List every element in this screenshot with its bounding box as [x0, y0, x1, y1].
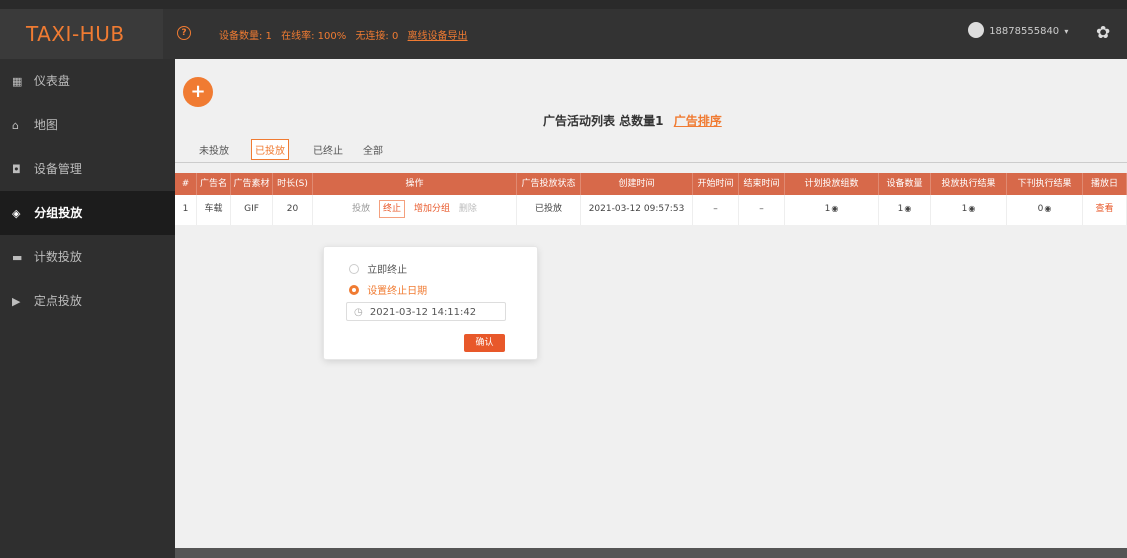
- ad-rank-link[interactable]: 广告排序: [674, 114, 722, 128]
- end-time: –: [739, 195, 785, 225]
- clock-icon: ◷: [354, 307, 363, 318]
- eye-icon[interactable]: ◉: [831, 204, 838, 213]
- sidebar-item-label: 计数投放: [33, 250, 82, 264]
- start-time: –: [693, 195, 739, 225]
- add-campaign-button[interactable]: +: [183, 77, 213, 107]
- user-menu[interactable]: 18878555840 ▾: [968, 22, 1069, 39]
- gear-icon[interactable]: ✿: [1096, 23, 1110, 43]
- sidebar-item-label: 分组投放: [34, 206, 83, 220]
- option-set-date-label: 设置终止日期: [367, 286, 428, 297]
- play-icon: ▶: [12, 295, 21, 308]
- plan-groups-value: 1: [824, 204, 831, 214]
- table-row: 1 车载 GIF 20 投放 终止 增加分组 删除 已投放 2021-03-12…: [175, 195, 1127, 225]
- user-phone: 18878555840: [989, 26, 1060, 37]
- row-index: 1: [175, 195, 197, 225]
- eye-icon[interactable]: ◉: [968, 204, 975, 213]
- group-icon: ◈: [12, 207, 21, 220]
- column-header: 投放执行结果: [931, 173, 1007, 195]
- bottom-divider: [175, 548, 1127, 558]
- exec-result-value: 1: [961, 204, 968, 214]
- ad-name: 车载: [197, 195, 231, 225]
- tab-divider: [175, 162, 1127, 163]
- column-header: 设备数量: [879, 173, 931, 195]
- eye-icon[interactable]: ◉: [1044, 204, 1051, 213]
- placement-status: 已投放: [517, 195, 581, 225]
- option-immediate-label: 立即终止: [367, 265, 408, 276]
- column-header: 结束时间: [739, 173, 785, 195]
- radio-checked-icon[interactable]: [349, 285, 359, 295]
- view-cell: 查看: [1083, 195, 1127, 225]
- created-time: 2021-03-12 09:57:53: [581, 195, 693, 225]
- device-count: 设备数量: 1: [219, 31, 272, 42]
- off-result-cell[interactable]: 0◉: [1007, 195, 1083, 225]
- column-header: 计划投放组数: [785, 173, 879, 195]
- end-date-value: 2021-03-12 14:11:42: [369, 307, 477, 318]
- tab-all[interactable]: 全部: [359, 139, 387, 160]
- device-count-cell[interactable]: 1◉: [879, 195, 931, 225]
- avatar-icon: [968, 22, 984, 38]
- help-icon[interactable]: ?: [177, 26, 191, 40]
- counter-icon: ▬: [12, 251, 23, 264]
- radio-unchecked-icon[interactable]: [349, 264, 359, 274]
- column-header: 下刊执行结果: [1007, 173, 1083, 195]
- option-immediate[interactable]: 立即终止: [349, 261, 407, 276]
- page-title: 广告活动列表 总数量1 广告排序: [543, 112, 722, 129]
- column-header: #: [175, 173, 197, 195]
- eye-icon[interactable]: ◉: [904, 204, 911, 213]
- column-header: 开始时间: [693, 173, 739, 195]
- confirm-button[interactable]: 确认: [464, 334, 505, 352]
- map-icon: ⌂: [12, 119, 19, 132]
- option-set-date[interactable]: 设置终止日期: [349, 282, 427, 297]
- place-button[interactable]: 投放: [352, 195, 370, 223]
- dashboard-icon: ▦: [12, 75, 23, 88]
- column-header: 广告素材: [231, 173, 273, 195]
- sidebar-item-group-placement[interactable]: ◈ 分组投放: [0, 191, 175, 235]
- tab-terminated[interactable]: 已终止: [309, 139, 347, 160]
- sidebar-item-label: 地图: [33, 118, 58, 132]
- main-content: + 广告活动列表 总数量1 广告排序 未投放 已投放 已终止 全部 # 广告名 …: [175, 59, 1127, 558]
- sidebar-item-devices[interactable]: ◘ 设备管理: [0, 147, 175, 191]
- sidebar: ▦ 仪表盘 ⌂ 地图 ◘ 设备管理 ◈ 分组投放 ▬ 计数投放 ▶ 定点投放: [0, 59, 175, 558]
- end-date-input[interactable]: ◷ 2021-03-12 14:11:42: [346, 302, 506, 321]
- column-header: 操作: [313, 173, 517, 195]
- table-header: # 广告名 广告素材 时长(S) 操作 广告投放状态 创建时间 开始时间 结束时…: [175, 173, 1127, 195]
- device-status: 设备数量: 1 在线率: 100% 无连接: 0 离线设备导出: [219, 27, 474, 42]
- sidebar-item-point-placement[interactable]: ▶ 定点投放: [0, 279, 175, 323]
- column-header: 创建时间: [581, 173, 693, 195]
- plan-groups-cell[interactable]: 1◉: [785, 195, 879, 225]
- sidebar-item-label: 设备管理: [33, 162, 82, 176]
- app-frame: TAXI-HUB ? 设备数量: 1 在线率: 100% 无连接: 0 离线设备…: [0, 9, 1127, 558]
- row-actions: 投放 终止 增加分组 删除: [313, 195, 517, 225]
- ad-material: GIF: [231, 195, 273, 225]
- top-bar: TAXI-HUB ? 设备数量: 1 在线率: 100% 无连接: 0 离线设备…: [0, 9, 1127, 59]
- device-count-value: 1: [897, 204, 904, 214]
- sidebar-item-dashboard[interactable]: ▦ 仪表盘: [0, 59, 175, 103]
- sidebar-item-count-placement[interactable]: ▬ 计数投放: [0, 235, 175, 279]
- brand-logo[interactable]: TAXI-HUB: [0, 9, 163, 59]
- sidebar-item-label: 仪表盘: [33, 74, 70, 88]
- delete-button[interactable]: 删除: [459, 195, 477, 223]
- stop-button[interactable]: 终止: [379, 200, 406, 218]
- column-header: 播放日: [1083, 173, 1127, 195]
- sidebar-item-label: 定点投放: [33, 294, 82, 308]
- chevron-down-icon: ▾: [1064, 27, 1069, 36]
- no-connection-count: 无连接: 0: [355, 31, 399, 42]
- campaign-list-title: 广告活动列表 总数量1: [543, 114, 664, 128]
- add-group-button[interactable]: 增加分组: [414, 195, 450, 223]
- column-header: 广告名: [197, 173, 231, 195]
- exec-result-cell[interactable]: 1◉: [931, 195, 1007, 225]
- column-header: 广告投放状态: [517, 173, 581, 195]
- sidebar-item-map[interactable]: ⌂ 地图: [0, 103, 175, 147]
- stop-popover: 立即终止 设置终止日期 ◷ 2021-03-12 14:11:42 确认: [324, 247, 537, 359]
- column-header: 时长(S): [273, 173, 313, 195]
- export-offline-link[interactable]: 离线设备导出: [408, 31, 468, 42]
- view-link[interactable]: 查看: [1095, 204, 1113, 214]
- off-result-value: 0: [1037, 204, 1044, 214]
- ad-duration: 20: [273, 195, 313, 225]
- online-rate: 在线率: 100%: [281, 31, 347, 42]
- tab-placed[interactable]: 已投放: [251, 139, 289, 160]
- tab-not-placed[interactable]: 未投放: [195, 139, 233, 160]
- car-icon: ◘: [12, 163, 21, 176]
